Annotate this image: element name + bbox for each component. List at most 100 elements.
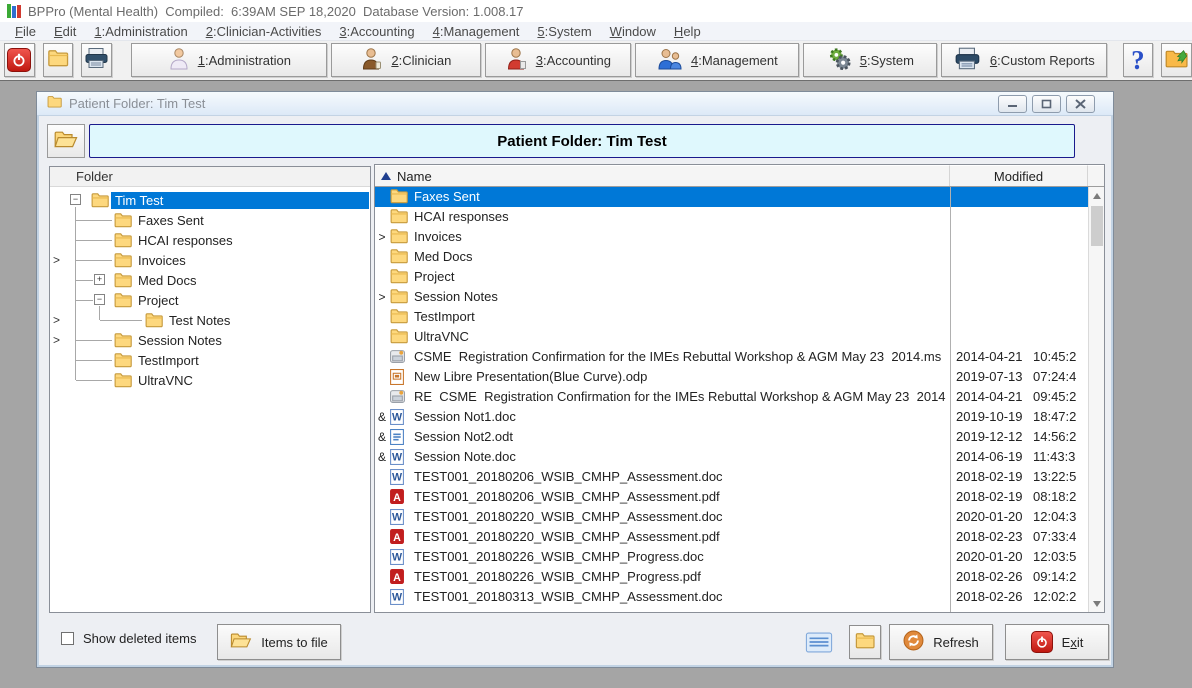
menu-1-administration[interactable]: 1:Administration <box>85 24 196 39</box>
restore-button[interactable] <box>1032 95 1061 113</box>
tree-item-invoices[interactable]: >Invoices <box>50 250 369 270</box>
folder-icon <box>114 253 132 271</box>
file-name-cell: &Session Not2.odt <box>375 427 950 447</box>
exit-button[interactable]: Exit <box>1005 624 1109 660</box>
file-to-folder-button[interactable] <box>849 625 881 659</box>
file-name: TEST001_20180226_WSIB_CMHP_Progress.doc <box>414 549 704 564</box>
app-logo-icon <box>7 4 21 18</box>
list-row-test001-20180206-wsib-cmhp-assessment-pd[interactable]: ATEST001_20180206_WSIB_CMHP_Assessment.p… <box>375 487 1088 507</box>
list-row-invoices[interactable]: >Invoices <box>375 227 1088 247</box>
menu-4-management[interactable]: 4:Management <box>424 24 529 39</box>
file-name-cell: ATEST001_20180220_WSIB_CMHP_Assessment.p… <box>375 527 950 547</box>
list-row-test001-20180226-wsib-cmhp-progress-doc[interactable]: WTEST001_20180226_WSIB_CMHP_Progress.doc… <box>375 547 1088 567</box>
vertical-scrollbar[interactable] <box>1088 187 1104 612</box>
svg-text:W: W <box>392 512 403 524</box>
tree-item-project[interactable]: −Project <box>50 290 369 310</box>
column-divider <box>950 187 951 612</box>
tree-column-header[interactable]: Folder <box>50 167 370 187</box>
tree-item-test-notes[interactable]: >Test Notes <box>50 310 369 330</box>
open-patient-folder-button[interactable] <box>47 124 85 158</box>
collapse-toggle-icon[interactable]: − <box>94 294 105 305</box>
scrollbar-thumb[interactable] <box>1091 206 1103 246</box>
list-row-test001-20180220-wsib-cmhp-assessment-pd[interactable]: ATEST001_20180220_WSIB_CMHP_Assessment.p… <box>375 527 1088 547</box>
toolbar-button-6-custom-reports[interactable]: 6:Custom Reports <box>941 43 1107 77</box>
show-deleted-checkbox[interactable]: Show deleted items <box>61 631 196 646</box>
list-row-session-notes[interactable]: >Session Notes <box>375 287 1088 307</box>
file-list-panel: Name Modified Faxes SentHCAI responses>I… <box>374 164 1105 613</box>
list-row-test001-20180226-wsib-cmhp-progress-pdf[interactable]: ATEST001_20180226_WSIB_CMHP_Progress.pdf… <box>375 567 1088 587</box>
tree-item-ultravnc[interactable]: UltraVNC <box>50 370 369 390</box>
help-button[interactable]: ? <box>1123 43 1154 77</box>
tree-item-tim-test[interactable]: −Tim Test <box>50 190 369 210</box>
menu-window[interactable]: Window <box>601 24 665 39</box>
svg-text:W: W <box>392 452 403 464</box>
scroll-down-button[interactable] <box>1089 595 1104 612</box>
print-button[interactable] <box>81 43 112 77</box>
list-row-project[interactable]: Project <box>375 267 1088 287</box>
file-name: Session Note.doc <box>414 449 516 464</box>
tree-item-faxes-sent[interactable]: Faxes Sent <box>50 210 369 230</box>
menu-2-clinician-activities[interactable]: 2:Clinician-Activities <box>197 24 331 39</box>
file-name: TEST001_20180206_WSIB_CMHP_Assessment.do… <box>414 469 723 484</box>
list-row-testimport[interactable]: TestImport <box>375 307 1088 327</box>
folder-tree-body: −Tim TestFaxes SentHCAI responses>Invoic… <box>50 187 370 612</box>
menu-5-system[interactable]: 5:System <box>528 24 600 39</box>
list-row-hcai-responses[interactable]: HCAI responses <box>375 207 1088 227</box>
toolbar-button-3-accounting[interactable]: 3:Accounting <box>485 43 631 77</box>
list-row-med-docs[interactable]: Med Docs <box>375 247 1088 267</box>
modified-time: 09:45:2 <box>1033 389 1091 404</box>
list-row-session-not2-odt[interactable]: &Session Not2.odt2019-12-1214:56:2 <box>375 427 1088 447</box>
list-row-new-libre-presentation-blue-curve-odp[interactable]: New Libre Presentation(Blue Curve).odp20… <box>375 367 1088 387</box>
checkbox-box[interactable] <box>61 632 74 645</box>
tree-item-med-docs[interactable]: +Med Docs <box>50 270 369 290</box>
toolbar-button-5-system[interactable]: 5:System <box>803 43 937 77</box>
menu-3-accounting[interactable]: 3:Accounting <box>330 24 423 39</box>
folder-toolbar-button[interactable] <box>43 43 74 77</box>
modified-column-header[interactable]: Modified <box>950 165 1088 186</box>
notes-icon[interactable] <box>805 632 833 656</box>
modified-time: 12:02:2 <box>1033 589 1091 604</box>
import-folder-button[interactable] <box>1161 43 1192 77</box>
patient-header-text: Patient Folder: Tim Test <box>497 133 666 150</box>
scroll-up-button[interactable] <box>1089 187 1104 204</box>
menu-help[interactable]: Help <box>665 24 710 39</box>
menu-file[interactable]: File <box>6 24 45 39</box>
svg-text:A: A <box>393 572 401 584</box>
file-name: Session Notes <box>414 289 498 304</box>
toolbar-button-2-clinician[interactable]: 2:Clinician <box>331 43 481 77</box>
list-row-session-not1-doc[interactable]: &WSession Not1.doc2019-10-1918:47:2 <box>375 407 1088 427</box>
name-column-header[interactable]: Name <box>375 165 950 186</box>
minimize-button[interactable] <box>998 95 1027 113</box>
power-icon <box>7 48 31 72</box>
menu-edit[interactable]: Edit <box>45 24 85 39</box>
tree-item-testimport[interactable]: TestImport <box>50 350 369 370</box>
list-row-test001-20180206-wsib-cmhp-assessment-do[interactable]: WTEST001_20180206_WSIB_CMHP_Assessment.d… <box>375 467 1088 487</box>
window-titlebar[interactable]: Patient Folder: Tim Test <box>37 92 1113 116</box>
list-row-csme-registration-confirmation-for-the-i[interactable]: CSME Registration Confirmation for the I… <box>375 347 1088 367</box>
items-to-file-button[interactable]: Items to file <box>217 624 341 660</box>
tree-item-hcai-responses[interactable]: HCAI responses <box>50 230 369 250</box>
list-row-test001-20180220-wsib-cmhp-assessment-do[interactable]: WTEST001_20180220_WSIB_CMHP_Assessment.d… <box>375 507 1088 527</box>
pdf-icon: A <box>390 489 404 507</box>
refresh-button[interactable]: Refresh <box>889 624 993 660</box>
file-name-cell: &WSession Note.doc <box>375 447 950 467</box>
collapse-toggle-icon[interactable]: − <box>70 194 81 205</box>
list-row-faxes-sent[interactable]: Faxes Sent <box>375 187 1088 207</box>
folder-icon <box>390 329 408 347</box>
toolbar-button-1-administration[interactable]: 1:Administration <box>131 43 327 77</box>
modified-time: 12:03:5 <box>1033 549 1091 564</box>
expand-toggle-icon[interactable]: + <box>94 274 105 285</box>
folder-icon <box>114 353 132 371</box>
list-row-session-note-doc[interactable]: &WSession Note.doc2014-06-1911:43:3 <box>375 447 1088 467</box>
list-row-re-csme-registration-confirmation-for-th[interactable]: RE CSME Registration Confirmation for th… <box>375 387 1088 407</box>
tree-item-session-notes[interactable]: >Session Notes <box>50 330 369 350</box>
close-button[interactable] <box>1066 95 1095 113</box>
folder-icon <box>47 50 69 70</box>
file-name: Session Not1.doc <box>414 409 516 424</box>
folder-icon <box>91 193 109 211</box>
printer-icon <box>84 47 110 73</box>
list-row-test001-20180313-wsib-cmhp-assessment-do[interactable]: WTEST001_20180313_WSIB_CMHP_Assessment.d… <box>375 587 1088 607</box>
toolbar-button-4-management[interactable]: 4:Management <box>635 43 799 77</box>
power-button[interactable] <box>4 43 35 77</box>
list-row-ultravnc[interactable]: UltraVNC <box>375 327 1088 347</box>
